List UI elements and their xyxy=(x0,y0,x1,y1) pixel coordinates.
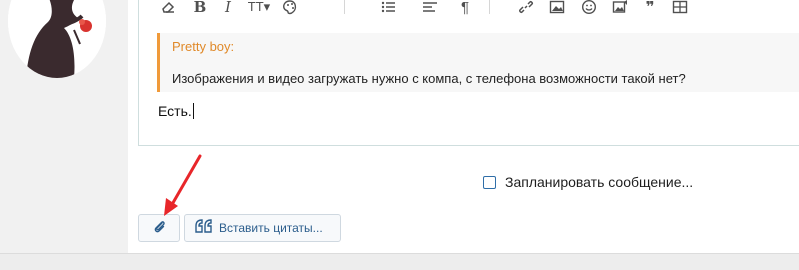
link-icon[interactable] xyxy=(515,0,537,16)
list-icon[interactable] xyxy=(374,0,404,16)
eraser-icon[interactable] xyxy=(157,0,179,16)
bold-icon[interactable]: B xyxy=(189,0,211,16)
quote-icon[interactable]: ❞ xyxy=(639,0,661,16)
media-icon[interactable] xyxy=(609,0,631,16)
toolbar-separator xyxy=(344,0,345,14)
schedule-message-option[interactable]: Запланировать сообщение... xyxy=(483,174,693,190)
smiley-icon[interactable] xyxy=(578,0,600,16)
italic-icon[interactable]: I xyxy=(217,0,239,16)
message-editor[interactable]: B I TT▾ ¶ ❞ Pretty boy: Изображения и ви… xyxy=(138,0,799,146)
quote-author[interactable]: Pretty boy: xyxy=(172,39,234,54)
text-size-icon[interactable]: TT▾ xyxy=(244,0,274,16)
reply-area: B I TT▾ ¶ ❞ Pretty boy: Изображения и ви… xyxy=(128,0,799,253)
paperclip-icon xyxy=(151,218,167,239)
avatar[interactable] xyxy=(8,0,106,78)
quoted-message: Pretty boy: Изображения и видео загружат… xyxy=(157,33,799,92)
message-body[interactable]: Есть. xyxy=(158,103,194,119)
align-icon[interactable] xyxy=(415,0,445,16)
author-column xyxy=(0,0,128,253)
image-icon[interactable] xyxy=(546,0,568,16)
schedule-checkbox[interactable] xyxy=(483,175,496,189)
attach-files-button[interactable] xyxy=(138,214,180,242)
paragraph-icon[interactable]: ¶ xyxy=(454,0,476,16)
insert-quotes-label: Вставить цитаты... xyxy=(219,221,323,235)
text-caret xyxy=(192,103,194,119)
palette-icon[interactable] xyxy=(279,0,301,16)
quote-text: Изображения и видео загружать нужно с ко… xyxy=(172,71,686,86)
toolbar-separator xyxy=(489,0,490,14)
table-icon[interactable] xyxy=(669,0,691,16)
message-text: Есть. xyxy=(158,103,192,119)
editor-toolbar: B I TT▾ ¶ ❞ xyxy=(139,0,799,20)
bottom-bar xyxy=(0,253,799,270)
double-quote-icon xyxy=(195,218,213,238)
insert-quotes-button[interactable]: Вставить цитаты... xyxy=(184,214,341,242)
schedule-label: Запланировать сообщение... xyxy=(505,174,694,190)
